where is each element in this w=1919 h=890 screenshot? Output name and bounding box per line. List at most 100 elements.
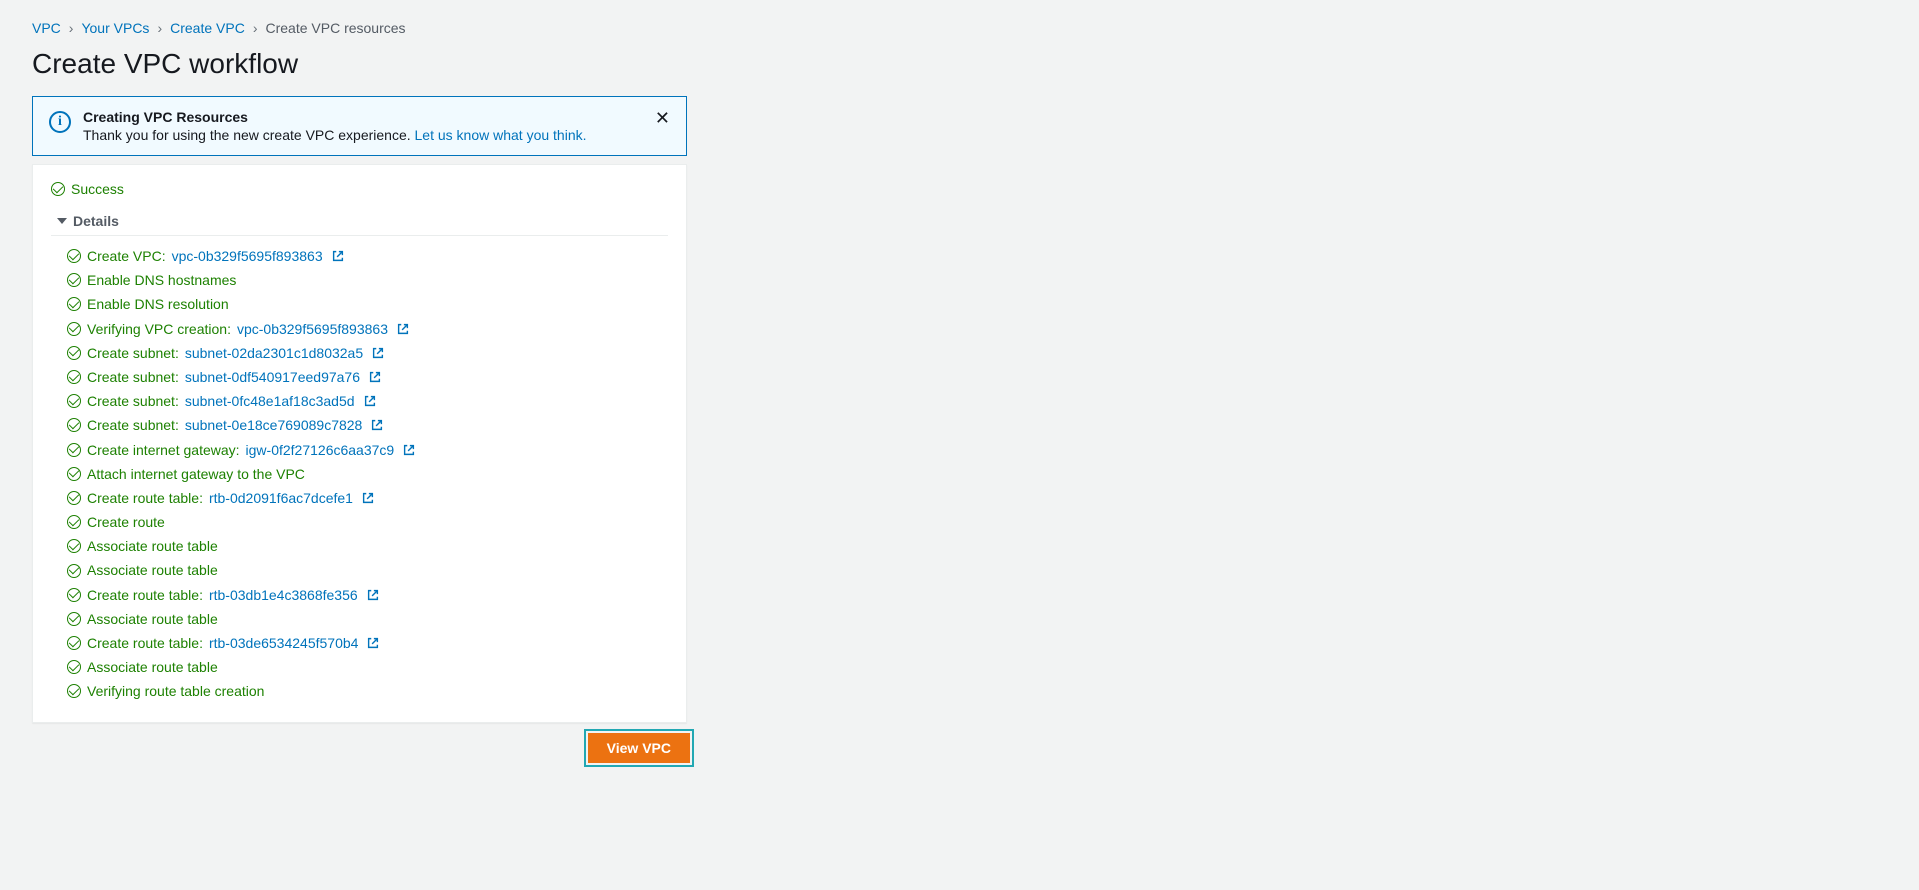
chevron-right-icon: › <box>253 20 258 36</box>
success-icon <box>67 346 81 360</box>
resource-link[interactable]: subnet-0e18ce769089c7828 <box>185 416 363 434</box>
step-text: Create route <box>87 513 165 531</box>
page-title: Create VPC workflow <box>32 48 1887 80</box>
steps-list: Create VPC: vpc-0b329f5695f893863 Enable … <box>51 244 668 704</box>
step-row: Create subnet: subnet-0e18ce769089c7828 <box>67 413 668 437</box>
resource-link[interactable]: subnet-0df540917eed97a76 <box>185 368 360 386</box>
step-text: Attach internet gateway to the VPC <box>87 465 305 483</box>
breadcrumb-vpc[interactable]: VPC <box>32 20 61 36</box>
breadcrumb-current: Create VPC resources <box>265 20 405 36</box>
step-row: Associate route table <box>67 607 668 631</box>
details-label: Details <box>73 213 119 229</box>
external-link-icon[interactable] <box>361 491 375 505</box>
step-row: Create VPC: vpc-0b329f5695f893863 <box>67 244 668 268</box>
success-icon <box>67 249 81 263</box>
close-icon[interactable]: ✕ <box>651 107 674 129</box>
step-row: Verifying route table creation <box>67 679 668 703</box>
footer-actions: View VPC <box>32 729 694 767</box>
resource-link[interactable]: subnet-02da2301c1d8032a5 <box>185 344 363 362</box>
step-row: Create route <box>67 510 668 534</box>
step-row: Associate route table <box>67 534 668 558</box>
info-title: Creating VPC Resources <box>83 109 670 125</box>
step-text: Associate route table <box>87 561 218 579</box>
resource-link[interactable]: igw-0f2f27126c6aa37c9 <box>246 441 395 459</box>
step-text: Associate route table <box>87 537 218 555</box>
success-icon <box>67 418 81 432</box>
step-row: Create route table: rtb-03de6534245f570b… <box>67 631 668 655</box>
success-icon <box>67 322 81 336</box>
step-row: Create route table: rtb-0d2091f6ac7dcefe… <box>67 486 668 510</box>
progress-card: Success Details Create VPC: vpc-0b329f56… <box>32 164 687 723</box>
step-text: Associate route table <box>87 658 218 676</box>
step-text: Create internet gateway: <box>87 441 240 459</box>
view-vpc-button-focus-ring: View VPC <box>584 729 694 767</box>
status-row: Success <box>51 181 668 197</box>
breadcrumb-your-vpcs[interactable]: Your VPCs <box>81 20 149 36</box>
step-text: Verifying VPC creation: <box>87 320 231 338</box>
breadcrumb-create-vpc[interactable]: Create VPC <box>170 20 245 36</box>
resource-link[interactable]: rtb-0d2091f6ac7dcefe1 <box>209 489 353 507</box>
success-icon <box>67 515 81 529</box>
step-row: Attach internet gateway to the VPC <box>67 462 668 486</box>
external-link-icon[interactable] <box>402 443 416 457</box>
info-icon: i <box>49 111 71 133</box>
step-row: Create internet gateway: igw-0f2f27126c6… <box>67 438 668 462</box>
step-text: Associate route table <box>87 610 218 628</box>
status-label: Success <box>71 181 124 197</box>
step-row: Create subnet: subnet-0df540917eed97a76 <box>67 365 668 389</box>
step-text: Create subnet: <box>87 368 179 386</box>
success-icon <box>67 370 81 384</box>
resource-link[interactable]: rtb-03db1e4c3868fe356 <box>209 586 358 604</box>
resource-link[interactable]: vpc-0b329f5695f893863 <box>172 247 323 265</box>
success-icon <box>67 636 81 650</box>
success-icon <box>67 684 81 698</box>
step-row: Associate route table <box>67 655 668 679</box>
resource-link[interactable]: vpc-0b329f5695f893863 <box>237 320 388 338</box>
external-link-icon[interactable] <box>331 249 345 263</box>
success-icon <box>67 394 81 408</box>
details-toggle[interactable]: Details <box>51 207 668 236</box>
info-desc: Thank you for using the new create VPC e… <box>83 127 670 143</box>
step-text: Enable DNS hostnames <box>87 271 236 289</box>
external-link-icon[interactable] <box>371 346 385 360</box>
success-icon <box>67 443 81 457</box>
step-row: Create subnet: subnet-0fc48e1af18c3ad5d <box>67 389 668 413</box>
success-icon <box>67 273 81 287</box>
caret-down-icon <box>57 218 67 224</box>
chevron-right-icon: › <box>69 20 74 36</box>
breadcrumb: VPC › Your VPCs › Create VPC › Create VP… <box>32 20 1887 36</box>
step-text: Enable DNS resolution <box>87 295 229 313</box>
success-icon <box>51 182 65 196</box>
success-icon <box>67 491 81 505</box>
step-text: Create subnet: <box>87 416 179 434</box>
external-link-icon[interactable] <box>366 588 380 602</box>
external-link-icon[interactable] <box>368 370 382 384</box>
info-alert: i Creating VPC Resources Thank you for u… <box>32 96 687 156</box>
success-icon <box>67 660 81 674</box>
resource-link[interactable]: rtb-03de6534245f570b4 <box>209 634 358 652</box>
success-icon <box>67 297 81 311</box>
step-text: Create route table: <box>87 586 203 604</box>
step-row: Create route table: rtb-03db1e4c3868fe35… <box>67 583 668 607</box>
step-row: Create subnet: subnet-02da2301c1d8032a5 <box>67 341 668 365</box>
step-text: Create route table: <box>87 489 203 507</box>
resource-link[interactable]: subnet-0fc48e1af18c3ad5d <box>185 392 355 410</box>
external-link-icon[interactable] <box>396 322 410 336</box>
step-row: Verifying VPC creation: vpc-0b329f5695f8… <box>67 317 668 341</box>
feedback-link[interactable]: Let us know what you think. <box>415 127 587 143</box>
step-row: Associate route table <box>67 558 668 582</box>
step-text: Verifying route table creation <box>87 682 264 700</box>
step-text: Create VPC: <box>87 247 166 265</box>
step-row: Enable DNS resolution <box>67 292 668 316</box>
external-link-icon[interactable] <box>366 636 380 650</box>
external-link-icon[interactable] <box>363 394 377 408</box>
step-text: Create subnet: <box>87 392 179 410</box>
success-icon <box>67 564 81 578</box>
external-link-icon[interactable] <box>370 418 384 432</box>
success-icon <box>67 467 81 481</box>
success-icon <box>67 612 81 626</box>
success-icon <box>67 539 81 553</box>
view-vpc-button[interactable]: View VPC <box>588 733 690 763</box>
step-text: Create route table: <box>87 634 203 652</box>
step-row: Enable DNS hostnames <box>67 268 668 292</box>
